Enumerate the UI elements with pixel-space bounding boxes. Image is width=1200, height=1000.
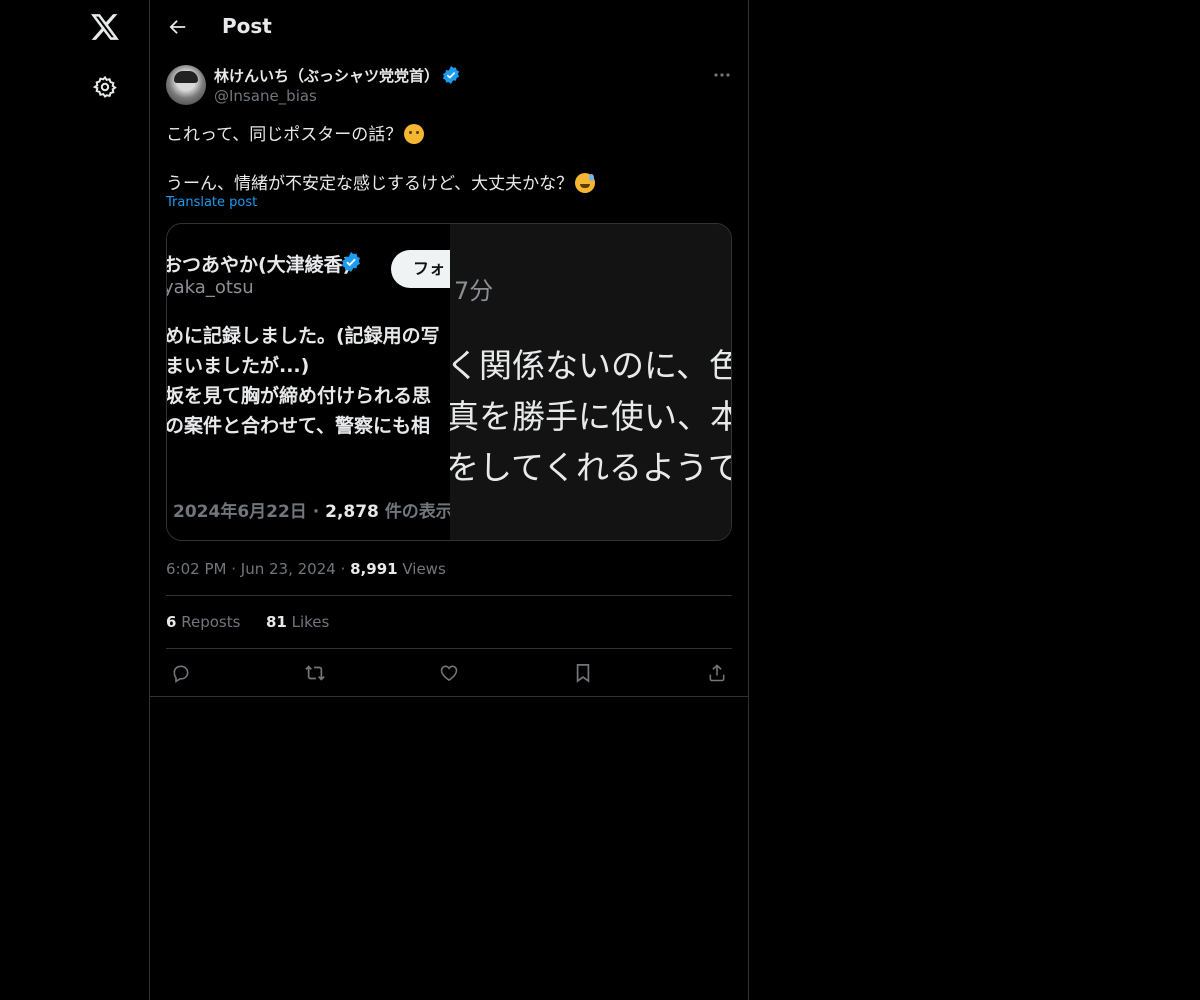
repost-button[interactable] [302,660,328,686]
share-icon [709,664,725,682]
media-left-body-line: めに記録しました。(記録用の写 [167,325,440,347]
arrow-left-icon [169,20,186,34]
post-actions [150,660,748,686]
more-horizontal-icon [714,73,730,77]
likes-stat[interactable]: 81 Likes [266,613,329,631]
views-label: Views [402,560,446,578]
x-logo-icon[interactable] [87,9,123,45]
author-handle[interactable]: @Insane_bias [214,87,317,105]
media-image-right[interactable]: 7分 く関係ないのに、色 真を勝手に使い、本 をしてくれるようで [450,224,732,540]
post-stats: 6 Reposts 81 Likes [166,613,329,631]
post-meta: 6:02 PM · Jun 23, 2024 · 8,991 Views [166,560,446,578]
media-left-name: おつあやか(大津綾香) [167,254,352,276]
divider [150,696,748,697]
divider [166,648,732,649]
divider [166,595,732,596]
reply-icon [173,665,189,683]
heart-icon [440,665,458,682]
verified-badge-icon [442,66,460,84]
media-left-date: 2024年6月22日 · 2,878 件の表示 [173,502,450,522]
left-nav [0,0,150,1000]
like-button[interactable] [436,660,462,686]
post-time[interactable]: 6:02 PM [166,560,226,578]
media-left-body-line: の案件と合わせて、警察にも相 [167,415,431,437]
media-right-time: 7分 [454,277,494,305]
more-options-button[interactable] [710,64,734,86]
reposts-stat[interactable]: 6 Reposts [166,613,240,631]
media-left-body-line: まいましたが...) [167,355,310,377]
media-left-follow: フォ [391,250,450,288]
verified-badge-icon [342,252,360,272]
views-count: 8,991 [350,560,398,578]
reply-button[interactable] [168,660,194,686]
media-left-body-line: 坂を見て胸が締め付けられる思 [167,385,432,407]
media-right-line: く関係ないのに、色 [450,346,732,385]
post-text-line-1: これって、同じポスターの話？ [166,120,425,145]
post-date[interactable]: Jun 23, 2024 [241,560,336,578]
media-right-line: をしてくれるようで [450,448,732,487]
media-image-left[interactable]: おつあやか(大津綾香) フォ yaka_otsu めに記録しました。(記録用の写… [167,224,450,540]
post-media[interactable]: おつあやか(大津綾香) フォ yaka_otsu めに記録しました。(記録用の写… [166,223,732,541]
repost-icon [305,665,325,681]
thinking-emoji-icon [404,124,425,144]
page-title: Post [222,14,272,38]
sweat-smile-emoji-icon [575,173,596,193]
media-left-handle: yaka_otsu [167,277,254,298]
post-text-line-2: うーん、情緒が不安定な感じするけど、大丈夫かな？ [166,169,596,194]
bookmark-icon [576,664,590,683]
back-button[interactable] [164,13,192,41]
translate-post-link[interactable]: Translate post [166,195,257,210]
post-header: Post [150,0,748,54]
author-name[interactable]: 林けんいち（ぶっシャツ党党首） [214,65,439,86]
bookmark-button[interactable] [570,660,596,686]
main-column: Post 林けんいち（ぶっシャツ党党首） @Insane_bias これって、同… [150,0,749,1000]
gear-icon[interactable] [90,72,120,102]
avatar[interactable] [166,65,206,105]
share-button[interactable] [704,660,730,686]
media-right-line: 真を勝手に使い、本 [450,397,732,436]
